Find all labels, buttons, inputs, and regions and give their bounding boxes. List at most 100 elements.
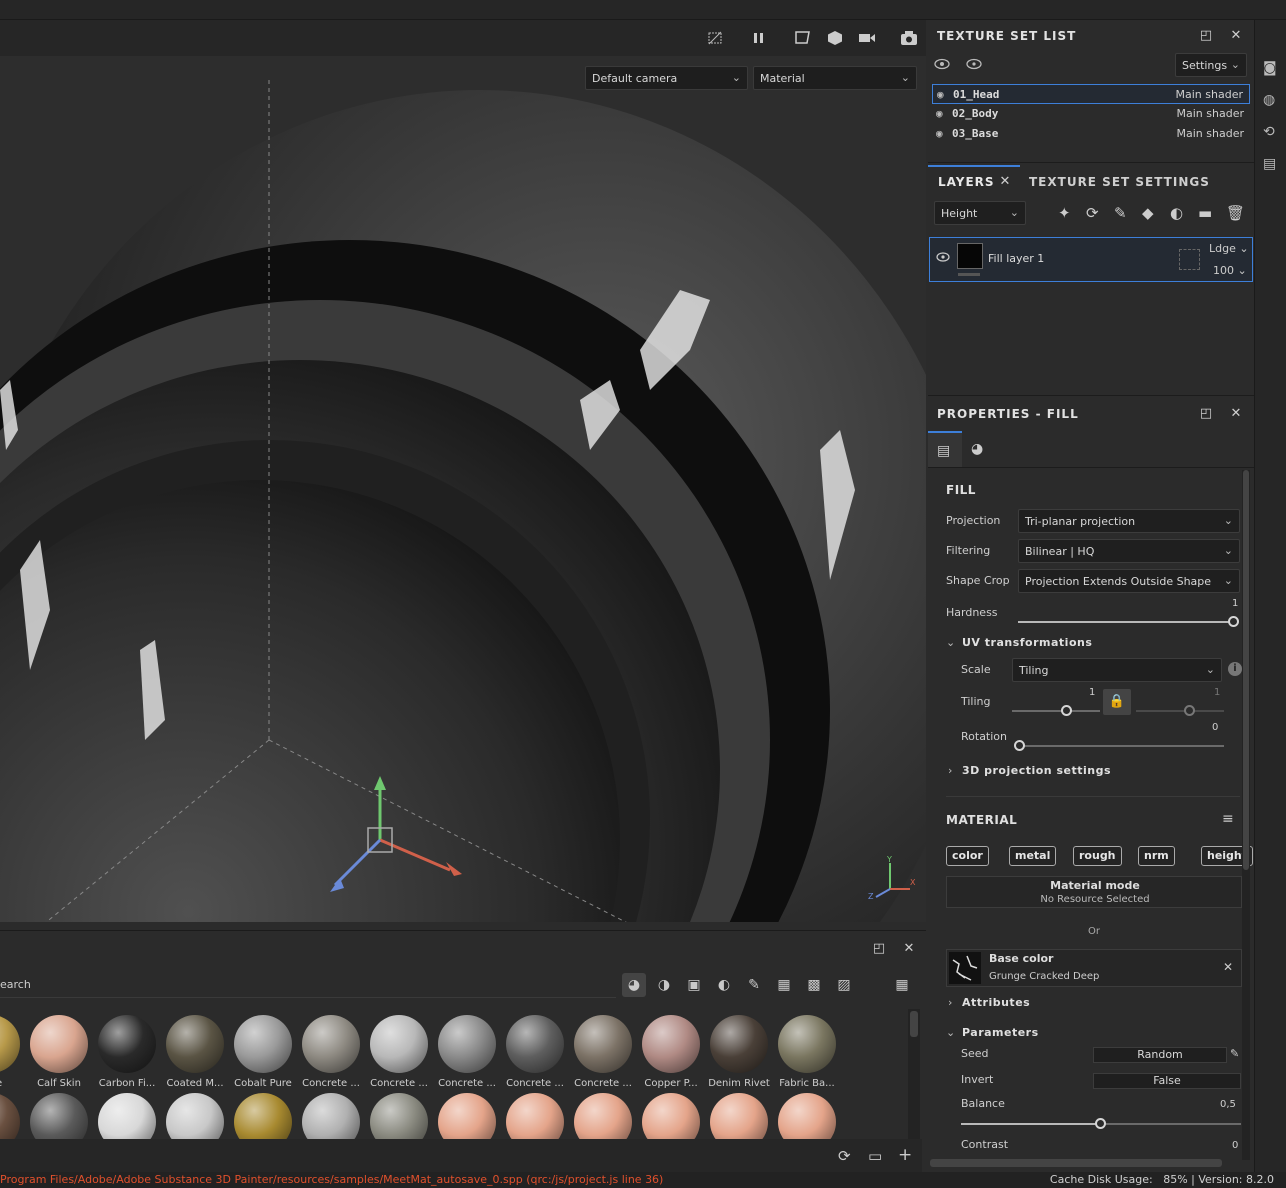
channel-select[interactable]: Height ⌄ xyxy=(934,201,1026,225)
material-thumbnail[interactable] xyxy=(774,1093,840,1141)
material-thumbnail[interactable] xyxy=(230,1093,296,1141)
seed-random-button[interactable]: Random xyxy=(1093,1047,1227,1063)
material-thumbnail[interactable] xyxy=(570,1093,636,1141)
properties-scrollbar[interactable] xyxy=(1242,470,1250,1160)
material-thumbnail[interactable]: Concrete ... xyxy=(570,1015,636,1089)
texture-set-shader[interactable]: Main shader xyxy=(1176,88,1243,101)
material-thumbnail[interactable]: Concrete ... xyxy=(366,1015,432,1089)
filter-masks-icon[interactable]: ▣ xyxy=(682,973,706,997)
info-icon[interactable]: i xyxy=(1228,662,1242,676)
scrollbar-thumb[interactable] xyxy=(1243,470,1249,870)
tiling-value-b[interactable]: 1 xyxy=(1214,687,1220,698)
channel-color-button[interactable]: color xyxy=(946,846,989,866)
close-icon[interactable]: ✕ xyxy=(1228,406,1244,422)
texture-set-settings-dropdown[interactable]: Settings ⌄ xyxy=(1175,53,1247,77)
float-panel-icon[interactable]: ◰ xyxy=(1198,406,1214,422)
float-panel-icon[interactable]: ◰ xyxy=(1198,28,1214,44)
tab-layers[interactable]: LAYERS xyxy=(938,175,995,189)
shape-crop-select[interactable]: Projection Extends Outside Shape ⌄ xyxy=(1018,569,1240,593)
texture-set-row[interactable]: ◉ 02_Body Main shader xyxy=(932,104,1250,124)
parameters-heading[interactable]: Parameters xyxy=(962,1026,1039,1039)
close-icon[interactable]: ✕ xyxy=(1223,960,1233,974)
material-thumbnail[interactable] xyxy=(706,1093,772,1141)
material-thumbnail[interactable]: Fabric Ba... xyxy=(774,1015,840,1089)
folder-icon[interactable]: ▬ xyxy=(1198,204,1212,222)
channel-nrm-button[interactable]: nrm xyxy=(1138,846,1175,866)
material-thumbnail[interactable] xyxy=(94,1093,160,1141)
horizontal-scrollbar[interactable] xyxy=(930,1159,1222,1167)
material-thumbnail[interactable]: Concrete ... xyxy=(434,1015,500,1089)
view-3d-cube-icon[interactable] xyxy=(824,28,846,48)
hide-ui-icon[interactable] xyxy=(704,28,726,48)
material-thumbnail[interactable]: Coated M... xyxy=(162,1015,228,1089)
material-thumbnail[interactable] xyxy=(638,1093,704,1141)
shelf-scrollbar[interactable] xyxy=(908,1009,920,1139)
texture-set-row[interactable]: ◉ 03_Base Main shader xyxy=(932,124,1250,144)
tiling-slider-handle[interactable] xyxy=(1061,705,1072,716)
3d-projection-settings-heading[interactable]: 3D projection settings xyxy=(962,764,1111,777)
refresh-icon[interactable]: ⟳ xyxy=(838,1147,851,1165)
tab-fill-properties[interactable]: ▤ xyxy=(928,431,962,467)
smart-mask-icon[interactable]: ⟳ xyxy=(1086,204,1099,222)
balance-value[interactable]: 0,5 xyxy=(1220,1099,1236,1110)
filter-alphas-icon[interactable]: ▩ xyxy=(802,973,826,997)
eye-icon[interactable]: ◉ xyxy=(937,88,944,101)
layer-mask-slot[interactable] xyxy=(1179,249,1200,270)
uv-transformations-heading[interactable]: UV transformations xyxy=(962,636,1092,649)
grid-view-icon[interactable]: ▦ xyxy=(890,973,914,997)
projection-select[interactable]: Tri-planar projection ⌄ xyxy=(1018,509,1240,533)
view-2d-icon[interactable] xyxy=(792,28,814,48)
chevron-down-icon[interactable]: ⌄ xyxy=(946,636,955,649)
material-thumbnail[interactable]: Pure xyxy=(0,1015,24,1089)
filter-textures-icon[interactable]: ▦ xyxy=(772,973,796,997)
material-thumbnail[interactable]: Concrete ... xyxy=(502,1015,568,1089)
filter-generators-icon[interactable]: ◐ xyxy=(712,973,736,997)
material-thumbnail[interactable] xyxy=(502,1093,568,1141)
add-icon[interactable]: + xyxy=(898,1145,912,1165)
tab-texture-set-settings[interactable]: TEXTURE SET SETTINGS xyxy=(1029,175,1210,189)
log-icon[interactable]: ▤ xyxy=(1263,156,1276,172)
chevron-right-icon[interactable]: › xyxy=(948,996,952,1009)
material-thumbnail[interactable] xyxy=(298,1093,364,1141)
camera-video-icon[interactable] xyxy=(856,28,878,48)
material-thumbnail[interactable]: Cobalt Pure xyxy=(230,1015,296,1089)
viewport-3d[interactable]: Default camera ⌄ Material ⌄ Y X Z xyxy=(0,20,926,922)
material-thumbnail[interactable] xyxy=(26,1093,92,1141)
close-icon[interactable]: ✕ xyxy=(901,941,917,957)
material-thumbnail[interactable] xyxy=(162,1093,228,1141)
paint-brush-icon[interactable]: ✎ xyxy=(1114,204,1127,222)
chevron-down-icon[interactable]: ⌄ xyxy=(946,1026,955,1039)
new-folder-icon[interactable]: ▭ xyxy=(868,1147,882,1165)
layer-row[interactable]: Fill layer 1 Ldge ⌄ 100 ⌄ xyxy=(929,237,1253,282)
texture-set-shader[interactable]: Main shader xyxy=(1177,127,1244,140)
visibility-toggle-icon[interactable] xyxy=(934,58,950,73)
channel-metal-button[interactable]: metal xyxy=(1009,846,1057,866)
blend-mode-select[interactable]: Ldge ⌄ xyxy=(1209,242,1249,255)
pause-icon[interactable] xyxy=(748,28,770,48)
layer-name[interactable]: Fill layer 1 xyxy=(988,252,1044,265)
tab-material-properties[interactable]: ◕ xyxy=(962,431,996,467)
eye-icon[interactable]: ◉ xyxy=(936,127,943,140)
channel-rough-button[interactable]: rough xyxy=(1073,846,1122,866)
material-thumbnail[interactable]: Copper P... xyxy=(638,1015,704,1089)
screenshot-icon[interactable] xyxy=(898,28,920,48)
material-thumbnail[interactable]: Calf Skin xyxy=(26,1015,92,1089)
base-color-slot[interactable]: Base color Grunge Cracked Deep ✕ xyxy=(946,949,1242,987)
search-input[interactable]: earch xyxy=(0,974,616,998)
rotation-slider-track[interactable] xyxy=(1018,745,1224,747)
chevron-right-icon[interactable]: › xyxy=(948,764,952,777)
scrollbar-thumb[interactable] xyxy=(910,1011,918,1037)
camera-select[interactable]: Default camera ⌄ xyxy=(585,66,748,90)
hardness-slider-handle[interactable] xyxy=(1228,616,1239,627)
material-thumbnail[interactable]: Carbon Fi... xyxy=(94,1015,160,1089)
material-mode-slot[interactable]: Material mode No Resource Selected xyxy=(946,876,1242,908)
tiling-slider-b-track[interactable] xyxy=(1136,710,1224,712)
rotation-value[interactable]: 0 xyxy=(1212,722,1218,733)
balance-slider-handle[interactable] xyxy=(1095,1118,1106,1129)
float-panel-icon[interactable]: ◰ xyxy=(871,941,887,957)
rotation-slider-handle[interactable] xyxy=(1014,740,1025,751)
attributes-heading[interactable]: Attributes xyxy=(962,996,1030,1009)
mask-icon[interactable]: ◐ xyxy=(1170,204,1183,222)
viewport-mode-select[interactable]: Material ⌄ xyxy=(753,66,917,90)
material-thumbnail[interactable]: Concrete ... xyxy=(298,1015,364,1089)
